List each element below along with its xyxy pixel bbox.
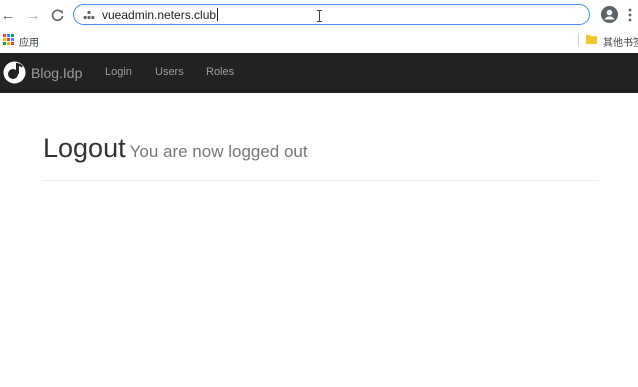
more-menu-icon[interactable] — [628, 8, 632, 22]
header-divider — [43, 180, 599, 181]
browser-toolbar: ← → vueadmin.neters.club — [0, 0, 638, 30]
other-bookmarks-label[interactable]: 其他书签 — [603, 34, 638, 49]
nav-link-login[interactable]: Login — [105, 66, 132, 78]
site-info-icon[interactable] — [83, 10, 95, 20]
nav-link-roles[interactable]: Roles — [206, 66, 234, 78]
apps-bookmark-label[interactable]: 应用 — [19, 34, 39, 49]
folder-icon[interactable] — [586, 34, 597, 44]
back-icon[interactable]: ← — [0, 5, 18, 25]
profile-icon[interactable] — [601, 6, 618, 23]
reload-icon[interactable] — [47, 5, 67, 25]
bookmarks-bar: 应用 其他书签 — [0, 30, 638, 53]
page-header: Logout You are now logged out — [43, 133, 308, 164]
nav-link-users[interactable]: Users — [155, 66, 184, 78]
url-text[interactable]: vueadmin.neters.club — [102, 8, 219, 22]
brand-name[interactable]: Blog.Idp — [31, 65, 82, 81]
apps-grid-icon[interactable] — [3, 34, 14, 45]
page-title: Logout — [43, 133, 126, 163]
bookmarks-divider — [578, 33, 579, 47]
text-caret — [217, 8, 219, 21]
app-navbar: Blog.Idp Login Users Roles — [0, 53, 638, 93]
brand-logo-icon[interactable] — [3, 61, 26, 84]
ibeam-cursor-icon — [317, 10, 322, 22]
address-bar[interactable]: vueadmin.neters.club — [73, 4, 590, 25]
forward-icon[interactable]: → — [23, 5, 43, 25]
page-subtitle: You are now logged out — [129, 142, 308, 161]
